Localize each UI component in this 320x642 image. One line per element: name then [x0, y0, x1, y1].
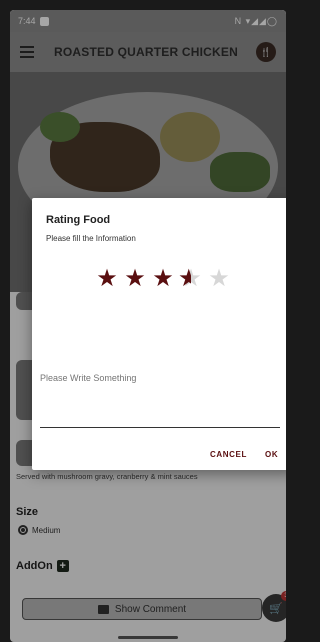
rating-dialog: Rating Food Please fill the Information … [32, 198, 286, 470]
rating-stars[interactable]: ★ ★ ★ ★ ★ [94, 266, 232, 290]
app-screen: 7:44 N ▾◢◢◯ ROASTED QUARTER CHICKEN 🍴 Se… [10, 10, 286, 642]
ok-button[interactable]: OK [265, 450, 278, 459]
star-icon-1[interactable]: ★ [94, 266, 120, 290]
star-icon-2[interactable]: ★ [122, 266, 148, 290]
cancel-button[interactable]: CANCEL [210, 450, 247, 459]
comment-input[interactable] [40, 373, 280, 383]
comment-field[interactable] [40, 368, 280, 428]
dialog-title: Rating Food [46, 214, 111, 226]
dialog-subtitle: Please fill the Information [46, 234, 136, 243]
star-icon-3[interactable]: ★ [150, 266, 176, 290]
star-icon-5[interactable]: ★ [206, 266, 232, 290]
star-icon-4[interactable]: ★ [178, 266, 204, 290]
